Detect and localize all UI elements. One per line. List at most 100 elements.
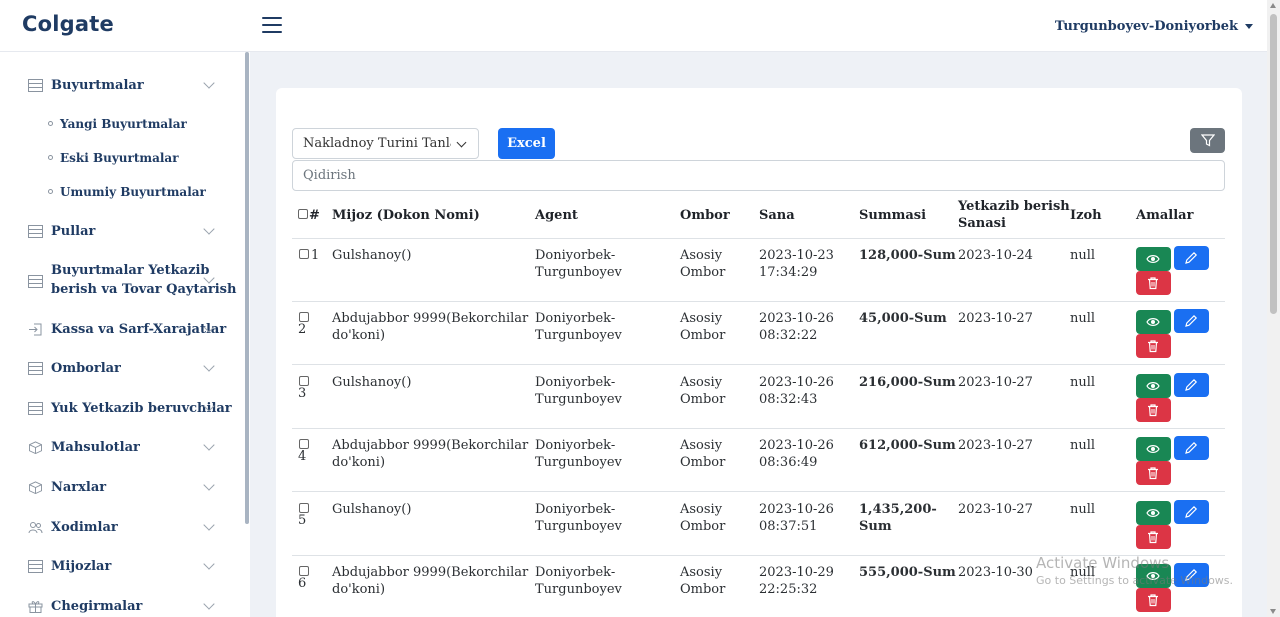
delete-button[interactable] bbox=[1136, 271, 1171, 295]
sidebar-subitem-eski[interactable]: Eski Buyurtmalar bbox=[48, 151, 179, 165]
agent-name-line2: Turgunboyev bbox=[535, 518, 622, 534]
sidebar-subitem-yangi[interactable]: Yangi Buyurtmalar bbox=[48, 117, 187, 131]
sidebar-item-omborlar[interactable]: Omborlar bbox=[0, 359, 240, 379]
warehouse-line2: Ombor bbox=[680, 391, 726, 407]
note: null bbox=[1070, 311, 1096, 327]
row-number: 2 bbox=[298, 322, 307, 338]
delivery-date: 2023-10-27 bbox=[958, 311, 1033, 327]
brand-logo[interactable]: Colgate bbox=[22, 12, 114, 36]
sidebar-scrollbar[interactable] bbox=[245, 52, 249, 524]
view-button[interactable] bbox=[1136, 500, 1171, 525]
delete-button[interactable] bbox=[1136, 334, 1171, 359]
pencil-icon bbox=[1185, 378, 1198, 391]
sidebar-item-yuk[interactable]: Yuk Yetkazib beruvchilar bbox=[0, 399, 240, 419]
user-menu[interactable]: Turgunboyev-Doniyorbek bbox=[1055, 19, 1253, 34]
sidebar-item-pullar[interactable]: Pullar bbox=[0, 222, 240, 242]
warehouse: Asosiy bbox=[680, 248, 723, 263]
sidebar-item-mijozlar[interactable]: Mijozlar bbox=[0, 557, 240, 577]
edit-button[interactable] bbox=[1174, 309, 1209, 334]
caret-down-icon bbox=[1245, 24, 1253, 29]
warehouse-line2: Ombor bbox=[680, 518, 726, 534]
order-sum: 128,000-Sum bbox=[859, 248, 956, 263]
scroll-down-icon[interactable] bbox=[1270, 609, 1276, 614]
order-time: 17:34:29 bbox=[759, 265, 818, 280]
order-date: 2023-10-26 bbox=[759, 311, 834, 327]
client-name-line2: do'koni) bbox=[332, 455, 386, 471]
warehouse: Asosiy bbox=[680, 311, 723, 327]
sidebar-item-kassa[interactable]: Kassa va Sarf-Xarajatlar bbox=[0, 320, 240, 340]
col-client: Mijoz (Dokon Nomi) bbox=[332, 208, 480, 223]
view-button[interactable] bbox=[1136, 373, 1171, 398]
client-name-line2: do'koni) bbox=[332, 328, 386, 344]
select-value: Nakladnoy Turini Tanlang bbox=[303, 136, 451, 151]
watermark-subtitle: Go to Settings to activate Windows. bbox=[1036, 574, 1234, 587]
sidebar: Buyurtmalar Yangi Buyurtmalar Eski Buyur… bbox=[0, 52, 250, 617]
order-sum: 612,000-Sum bbox=[859, 438, 956, 454]
delete-button[interactable] bbox=[1136, 461, 1171, 486]
sidebar-item-label: Pullar bbox=[51, 224, 96, 239]
order-time: 22:25:32 bbox=[759, 582, 818, 597]
delete-button[interactable] bbox=[1136, 524, 1171, 549]
agent-name: Doniyorbek- bbox=[535, 501, 616, 517]
filter-icon bbox=[1201, 134, 1215, 147]
delivery-date: 2023-10-27 bbox=[958, 501, 1033, 517]
eye-icon bbox=[1146, 381, 1160, 390]
eye-icon bbox=[1146, 318, 1160, 327]
pencil-icon bbox=[1185, 315, 1198, 328]
edit-button[interactable] bbox=[1174, 246, 1209, 270]
stack-icon bbox=[28, 275, 43, 288]
delivery-date: 2023-10-30 bbox=[958, 565, 1033, 580]
delete-button[interactable] bbox=[1136, 588, 1171, 612]
sidebar-subitem-umumiy[interactable]: Umumiy Buyurtmalar bbox=[48, 185, 206, 199]
sidebar-item-label: Omborlar bbox=[51, 361, 121, 376]
sidebar-item-label: Mahsulotlar bbox=[51, 440, 140, 455]
client-name: Abdujabbor 9999(Bekorchilar bbox=[332, 565, 529, 580]
pencil-icon bbox=[1185, 251, 1198, 264]
search-input[interactable] bbox=[292, 160, 1225, 191]
excel-button[interactable]: Excel bbox=[498, 128, 555, 159]
col-num: # bbox=[309, 208, 320, 223]
sidebar-item-mahsulotlar[interactable]: Mahsulotlar bbox=[0, 438, 240, 458]
view-button[interactable] bbox=[1136, 437, 1171, 462]
sidebar-item-label: Narxlar bbox=[51, 480, 107, 495]
sidebar-item-narxlar[interactable]: Narxlar bbox=[0, 478, 240, 498]
order-date: 2023-10-26 bbox=[759, 438, 834, 454]
invoice-type-select[interactable]: Nakladnoy Turini Tanlang bbox=[292, 128, 479, 159]
row-checkbox[interactable] bbox=[299, 249, 309, 259]
select-all-checkbox[interactable] bbox=[298, 209, 308, 219]
scroll-thumb[interactable] bbox=[1270, 14, 1277, 314]
sidebar-item-label: Buyurtmalar bbox=[51, 78, 144, 93]
edit-button[interactable] bbox=[1174, 499, 1209, 524]
edit-button[interactable] bbox=[1174, 372, 1209, 397]
edit-button[interactable] bbox=[1174, 436, 1209, 461]
scroll-up-icon[interactable] bbox=[1270, 3, 1276, 8]
circle-icon bbox=[48, 189, 53, 194]
sidebar-subitem-label: Umumiy Buyurtmalar bbox=[60, 185, 206, 199]
col-delivery: Yetkazib berish bbox=[958, 199, 1070, 214]
col-actions: Amallar bbox=[1136, 208, 1194, 223]
stack-icon bbox=[28, 402, 43, 415]
agent-name: Doniyorbek- bbox=[535, 438, 616, 454]
view-button[interactable] bbox=[1136, 310, 1171, 335]
order-sum: 45,000-Sum bbox=[859, 311, 947, 327]
page-scrollbar[interactable] bbox=[1267, 0, 1280, 617]
eye-icon bbox=[1146, 508, 1160, 517]
sidebar-item-chegirmalar[interactable]: Chegirmalar bbox=[0, 597, 240, 617]
sidebar-item-buyurtmalar[interactable]: Buyurtmalar bbox=[0, 76, 240, 96]
view-button[interactable] bbox=[1136, 247, 1171, 271]
sidebar-item-yetkazib[interactable]: Buyurtmalar Yetkazib berish va Tovar Qay… bbox=[0, 262, 240, 300]
chevron-down-icon bbox=[203, 598, 215, 610]
delete-button[interactable] bbox=[1136, 397, 1171, 422]
order-sum-line2: Sum bbox=[859, 518, 892, 534]
order-sum: 1,435,200- bbox=[859, 501, 937, 517]
menu-toggle-icon[interactable] bbox=[262, 17, 282, 35]
filter-button[interactable] bbox=[1190, 128, 1225, 153]
trash-icon bbox=[1148, 530, 1158, 543]
client-name: Abdujabbor 9999(Bekorchilar bbox=[332, 311, 529, 327]
warehouse: Asosiy bbox=[680, 438, 723, 454]
row-number: 3 bbox=[298, 385, 307, 401]
agent-name-line2: Turgunboyev bbox=[535, 582, 622, 597]
sidebar-item-xodimlar[interactable]: Xodimlar bbox=[0, 518, 240, 538]
trash-icon bbox=[1148, 277, 1158, 290]
order-date: 2023-10-26 bbox=[759, 501, 834, 517]
